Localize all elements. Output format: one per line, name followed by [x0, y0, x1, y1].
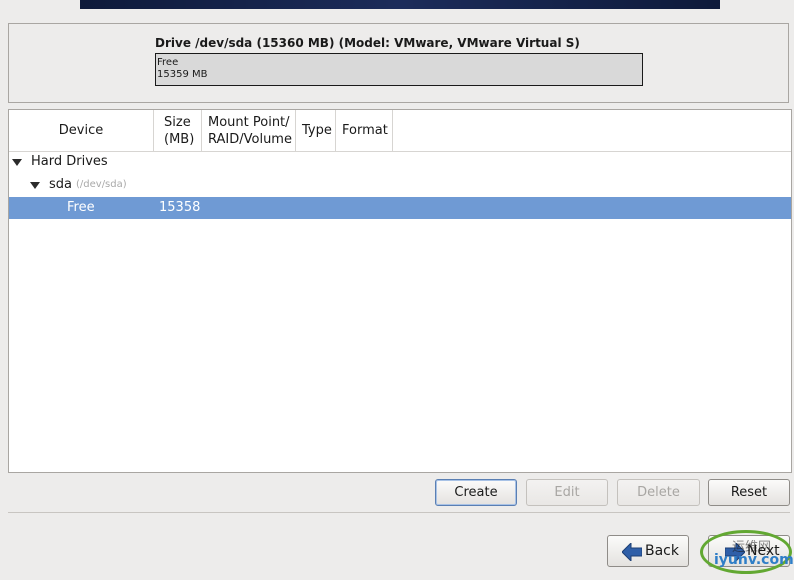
arrow-left-icon [622, 543, 642, 561]
expander-down-icon[interactable] [30, 182, 40, 189]
table-header: Device Size (MB) Mount Point/ RAID/Volum… [9, 110, 791, 152]
row-label: Free [67, 200, 95, 215]
back-button[interactable]: Back [607, 535, 689, 567]
delete-button[interactable]: Delete [617, 479, 700, 506]
back-label: Back [645, 543, 679, 559]
column-mount-point[interactable]: Mount Point/ RAID/Volume [202, 110, 296, 151]
drive-free-segment[interactable]: Free 15359 MB [155, 53, 643, 86]
column-size[interactable]: Size (MB) [154, 110, 202, 151]
segment-label: Free [157, 57, 179, 68]
partition-tree[interactable]: Device Size (MB) Mount Point/ RAID/Volum… [8, 109, 792, 473]
expander-down-icon[interactable] [12, 159, 22, 166]
edit-button[interactable]: Edit [526, 479, 608, 506]
segment-size: 15359 MB [157, 69, 208, 80]
row-label: Hard Drives [31, 154, 108, 169]
divider [8, 512, 790, 513]
drive-title: Drive /dev/sda (15360 MB) (Model: VMware… [155, 36, 580, 50]
header-banner [80, 0, 720, 9]
watermark-text: iyunv.com [714, 552, 794, 568]
reset-button[interactable]: Reset [708, 479, 790, 506]
tree-row-hard-drives[interactable]: Hard Drives [9, 151, 791, 173]
column-device[interactable]: Device [9, 110, 154, 151]
device-name: sda [49, 177, 72, 192]
row-size: 15358 [159, 200, 201, 215]
tree-row-sda[interactable]: sda (/dev/sda) [9, 174, 791, 196]
tree-row-free[interactable]: Free 15358 [9, 197, 791, 219]
column-type[interactable]: Type [296, 110, 336, 151]
create-button[interactable]: Create [435, 479, 517, 506]
device-path: (/dev/sda) [76, 179, 127, 190]
drive-overview-panel: Drive /dev/sda (15360 MB) (Model: VMware… [8, 23, 789, 103]
column-format[interactable]: Format [336, 110, 393, 151]
